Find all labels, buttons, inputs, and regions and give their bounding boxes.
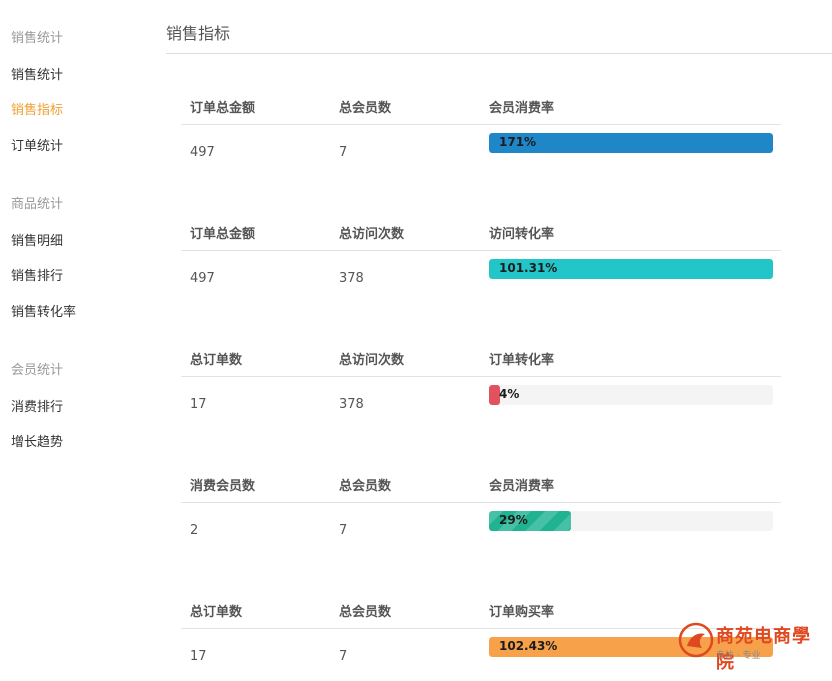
metric-header-1: 总订单数	[190, 605, 243, 620]
metric-card: 消费会员数 总会员数 会员消费率 2 7 29%	[181, 475, 781, 555]
brand-logo-icon	[678, 622, 714, 658]
metric-value-1: 497	[190, 271, 215, 286]
sidebar: 销售统计 销售统计 销售指标 订单统计 商品统计 销售明细 销售排行 销售转化率…	[0, 0, 150, 666]
metric-header-3: 访问转化率	[489, 227, 555, 242]
brand-watermark: 商苑电商學院 专注 · 专业	[676, 618, 826, 673]
metric-value-2: 7	[339, 649, 348, 664]
metric-header-1: 订单总金额	[190, 227, 256, 242]
rate-progress-label: 102.43%	[499, 639, 558, 653]
metric-value-1: 497	[190, 145, 215, 160]
metric-header-1: 订单总金额	[190, 101, 256, 116]
metric-value-2: 378	[339, 397, 364, 412]
sidebar-group-products: 商品统计	[11, 197, 64, 212]
sidebar-item-spending-ranking[interactable]: 消费排行	[11, 396, 63, 415]
rate-progress-label: 101.31%	[499, 261, 558, 275]
main-content: 销售指标 订单总金额 总会员数 会员消费率 497 7 171% 订单总金额 总…	[166, 0, 832, 666]
sidebar-item-sales-detail[interactable]: 销售明细	[11, 230, 63, 249]
rate-progress-label: 4%	[499, 387, 520, 401]
metric-header-3: 订单转化率	[489, 353, 555, 368]
metric-header-2: 总会员数	[339, 101, 392, 116]
metric-value-1: 17	[190, 649, 207, 664]
sidebar-item-sales-indicators[interactable]: 销售指标	[11, 99, 63, 118]
metric-header-2: 总会员数	[339, 605, 392, 620]
metric-header-3: 会员消费率	[489, 479, 555, 494]
metric-header-2: 总访问次数	[339, 353, 405, 368]
card-divider	[181, 502, 781, 503]
metric-card: 总订单数 总访问次数 订单转化率 17 378 4%	[181, 349, 781, 429]
metric-header-3: 订单购买率	[489, 605, 555, 620]
brand-watermark-subtitle: 专注 · 专业	[716, 651, 761, 661]
sidebar-item-order-stats[interactable]: 订单统计	[11, 135, 63, 154]
rate-progress-bar: 4%	[489, 385, 773, 405]
metric-card: 订单总金额 总访问次数 访问转化率 497 378 101.31%	[181, 223, 781, 303]
sidebar-item-sales-stats[interactable]: 销售统计	[11, 64, 63, 83]
card-divider	[181, 376, 781, 377]
sidebar-group-sales: 销售统计	[11, 31, 64, 46]
metric-value-2: 378	[339, 271, 364, 286]
metric-header-2: 总会员数	[339, 479, 392, 494]
card-divider	[181, 124, 781, 125]
metric-header-1: 消费会员数	[190, 479, 256, 494]
rate-progress-bar: 101.31%	[489, 259, 773, 279]
card-divider	[181, 250, 781, 251]
metric-header-1: 总订单数	[190, 353, 243, 368]
rate-progress-label: 171%	[499, 135, 537, 149]
metric-value-2: 7	[339, 523, 348, 538]
sidebar-group-members: 会员统计	[11, 363, 64, 378]
metric-header-3: 会员消费率	[489, 101, 555, 116]
rate-progress-label: 29%	[499, 513, 528, 527]
rate-progress-bar: 29%	[489, 511, 773, 531]
title-divider	[166, 53, 832, 54]
metric-value-1: 17	[190, 397, 207, 412]
metric-value-1: 2	[190, 523, 199, 538]
metric-value-2: 7	[339, 145, 348, 160]
sidebar-item-growth-trend[interactable]: 增长趋势	[11, 431, 63, 450]
sidebar-item-sales-ranking[interactable]: 销售排行	[11, 265, 63, 284]
metric-header-2: 总访问次数	[339, 227, 405, 242]
page-title: 销售指标	[166, 24, 231, 43]
sidebar-item-sales-conversion[interactable]: 销售转化率	[11, 301, 76, 320]
rate-progress-bar: 171%	[489, 133, 773, 153]
metric-card: 订单总金额 总会员数 会员消费率 497 7 171%	[181, 97, 781, 177]
